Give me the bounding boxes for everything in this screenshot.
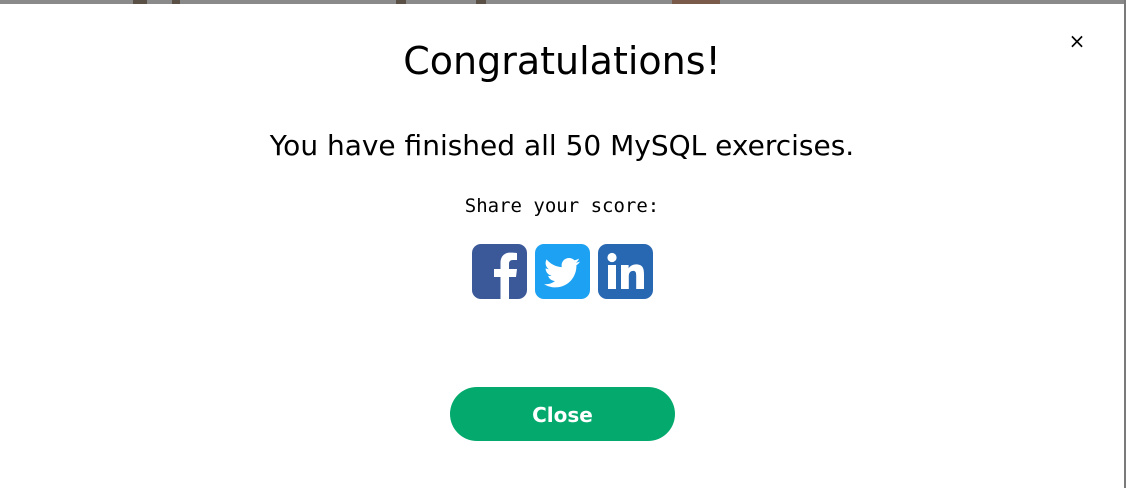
share-twitter-button[interactable] [535,244,590,299]
congratulations-modal: × Congratulations! You have finished all… [0,4,1124,488]
twitter-icon [535,244,590,299]
share-facebook-button[interactable] [472,244,527,299]
modal-title: Congratulations! [403,39,721,83]
share-linkedin-button[interactable] [598,244,653,299]
facebook-icon [472,244,527,299]
share-buttons [472,244,654,300]
share-score-label: Share your score: [464,195,660,217]
linkedin-icon [598,244,653,299]
close-button[interactable]: Close [450,387,675,441]
completion-message: You have finished all 50 MySQL exercises… [269,129,855,162]
